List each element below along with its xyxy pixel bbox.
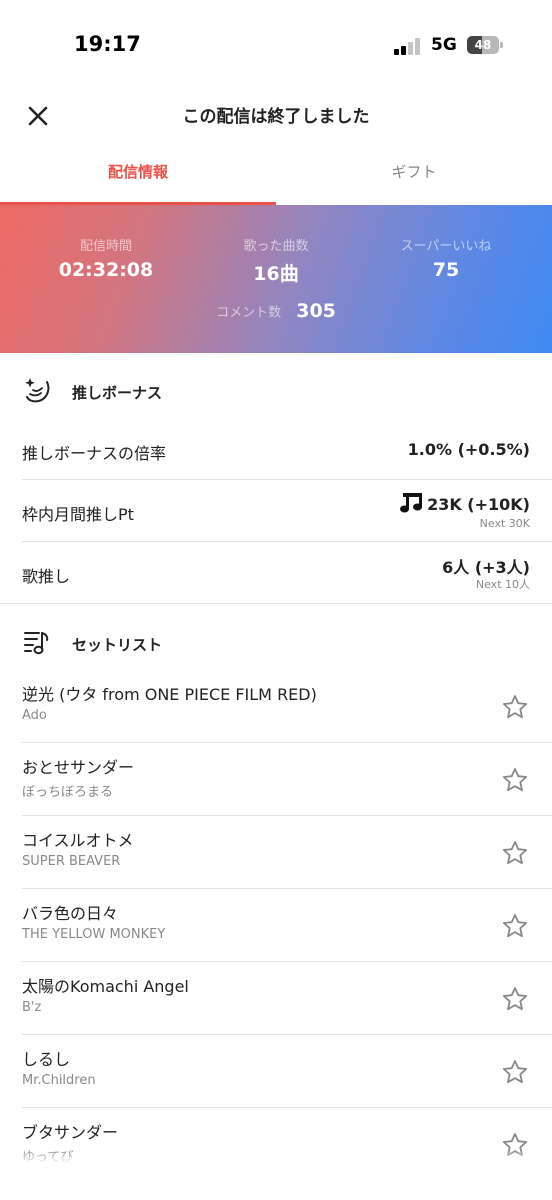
stat-comments-value: 305 [296,300,336,322]
setlist-item[interactable]: コイスルオトメ SUPER BEAVER [0,816,552,889]
song-artist: Mr.Children [22,1073,96,1088]
stat-songs: 歌った曲数 16曲 [184,235,368,286]
network-type: 5G [431,35,457,55]
header: この配信は終了しました [0,90,552,140]
stat-duration: 配信時間 02:32:08 [14,235,198,281]
bonus-song-fans-next: Next 10人 [475,578,530,591]
bonus-row-multiplier: 推しボーナスの倍率 1.0% (+0.5%) [0,420,552,480]
stream-ended-screen: 19:17 5G 48 この配信は終了しました 配信情報 ギフト 配信時間 02… [0,0,552,1200]
bonus-song-fans-value: 6人 (+3人) [442,558,530,577]
song-title: 逆光 (ウタ from ONE PIECE FILM RED) [22,685,317,704]
bonus-row-monthly-points: 枠内月間推しPt 23K (+10K) Next 30K [0,480,552,542]
tab-bar: 配信情報 ギフト [0,150,552,205]
stat-songs-label: 歌った曲数 [243,239,309,254]
stat-superlike-label: スーパーいいね [400,239,492,254]
bonus-row-song-fans: 歌推し 6人 (+3人) Next 10人 [0,542,552,603]
setlist-item[interactable]: バラ色の日々 THE YELLOW MONKEY [0,889,552,962]
music-note-icon [400,493,423,513]
bottom-fade [0,1150,552,1200]
bonus-multiplier-value: 1.0% (+0.5%) [407,440,530,459]
song-title: しるし [22,1050,71,1069]
tab-stream-info[interactable]: 配信情報 [0,150,276,205]
signal-icon [394,37,424,55]
setlist-item[interactable]: 逆光 (ウタ from ONE PIECE FILM RED) Ado [0,670,552,743]
bonus-monthly-points-next: Next 30K [479,517,530,530]
song-artist: B'z [22,1000,42,1015]
star-icon[interactable] [502,840,528,866]
star-icon[interactable] [502,767,528,793]
tab-gift[interactable]: ギフト [276,150,552,205]
song-title: コイスルオトメ [22,831,134,850]
song-title: ブタサンダー [22,1123,119,1142]
stat-duration-label: 配信時間 [79,239,132,254]
bonus-monthly-points-value: 23K (+10K) [427,495,530,514]
setlist-icon [24,632,49,655]
page-title: この配信は終了しました [182,107,370,127]
status-time: 19:17 [74,32,141,56]
song-artist: ぼっちぼろまる [22,785,114,800]
stat-comments: コメント数 305 [0,300,552,322]
bonus-song-fans-label: 歌推し [22,567,71,586]
song-artist: Ado [22,708,47,723]
bonus-monthly-points-value-wrap: 23K (+10K) [399,490,530,514]
bonus-section-title: 推しボーナス [72,384,163,402]
bonus-multiplier-label: 推しボーナスの倍率 [22,444,167,463]
setlist-item[interactable]: おとせサンダー ぼっちぼろまる [0,743,552,816]
section-divider [0,603,552,604]
stat-duration-value: 02:32:08 [58,259,154,281]
song-artist: SUPER BEAVER [22,854,121,869]
song-title: バラ色の日々 [22,904,119,923]
song-title: おとせサンダー [22,758,135,777]
star-icon[interactable] [502,694,528,720]
stat-songs-value: 16曲 [253,263,299,285]
song-artist: THE YELLOW MONKEY [22,927,166,942]
stat-superlike: スーパーいいね 75 [354,235,538,281]
setlist-section-title: セットリスト [72,636,163,654]
stream-stats-panel: 配信時間 02:32:08 歌った曲数 16曲 スーパーいいね 75 コメント数… [0,205,552,353]
bonus-monthly-points-label: 枠内月間推しPt [22,505,134,524]
stat-comments-label: コメント数 [216,305,282,321]
setlist-item[interactable]: しるし Mr.Children [0,1035,552,1108]
star-icon[interactable] [502,1059,528,1085]
battery-level: 48 [474,38,492,52]
star-icon[interactable] [502,913,528,939]
star-icon[interactable] [502,986,528,1012]
setlist-item[interactable]: 太陽のKomachi Angel B'z [0,962,552,1035]
status-bar: 19:17 5G 48 [0,0,552,90]
battery-icon: 48 [467,36,503,54]
bonus-section-header: 推しボーナス [0,362,552,422]
wing-icon [25,378,50,403]
song-title: 太陽のKomachi Angel [22,977,189,996]
stat-superlike-value: 75 [432,259,460,281]
setlist-section-header: セットリスト [0,614,552,674]
